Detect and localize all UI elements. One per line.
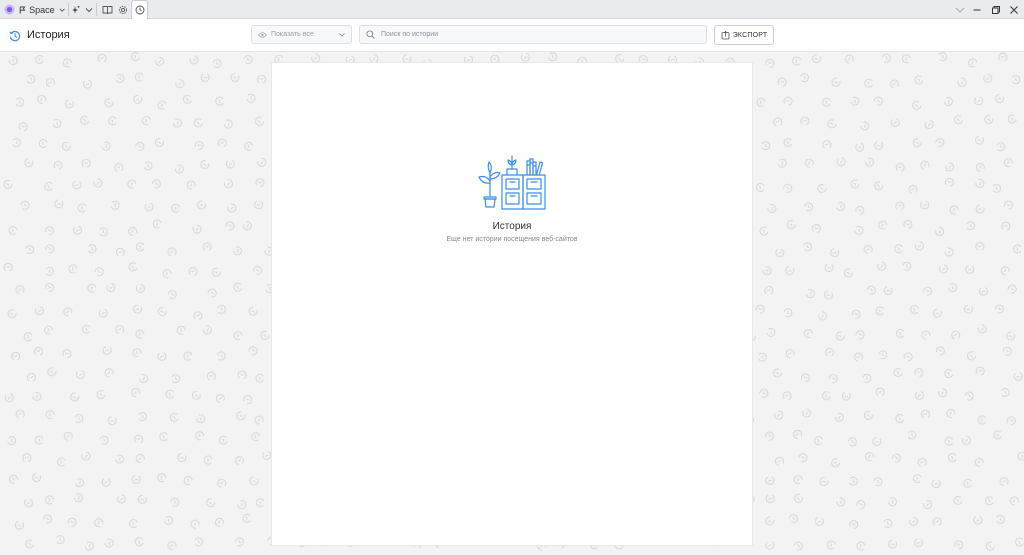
search-box[interactable] [359, 25, 707, 44]
workspace-selector[interactable]: Space [19, 0, 65, 19]
mode-menu[interactable] [70, 0, 94, 19]
history-icon [9, 29, 21, 47]
chevron-down-icon [339, 33, 345, 37]
page-title: История [27, 29, 70, 41]
export-icon [721, 30, 730, 39]
restore-icon [992, 5, 1000, 14]
history-panel: История Еще нет истории посещения веб-са… [271, 62, 753, 546]
clock-icon [135, 5, 144, 15]
export-button[interactable]: ЭКСПОРТ [714, 25, 774, 45]
settings-tab[interactable] [115, 0, 131, 19]
gear-icon [118, 5, 128, 14]
history-toolbar: История Показать все ЭКСПОРТ [0, 19, 1024, 52]
close-icon [1010, 5, 1018, 14]
eye-icon [258, 31, 267, 38]
title-bar: Space [0, 0, 1024, 19]
history-tab[interactable] [131, 0, 148, 19]
reading-list-tab[interactable] [99, 0, 115, 19]
empty-state-subtitle: Еще нет истории посещения веб-сайтов [446, 236, 578, 243]
close-button[interactable] [1003, 0, 1024, 19]
export-label: ЭКСПОРТ [732, 31, 768, 39]
flag-icon [19, 6, 26, 14]
empty-state-title: История [492, 221, 532, 232]
chevron-down-icon [85, 7, 92, 12]
book-icon [102, 5, 112, 14]
search-icon [366, 30, 375, 39]
minimize-icon [973, 9, 981, 10]
empty-history-illustration [477, 153, 549, 216]
sparkle-icon [72, 5, 79, 14]
chevron-down-icon [955, 7, 965, 13]
search-input[interactable] [381, 31, 701, 38]
show-filter-dropdown[interactable]: Показать все [251, 25, 352, 44]
show-filter-label: Показать все [271, 31, 314, 38]
browser-logo-icon[interactable] [2, 0, 16, 19]
chevron-down-icon [59, 8, 65, 12]
workspace-label: Space [29, 4, 55, 15]
